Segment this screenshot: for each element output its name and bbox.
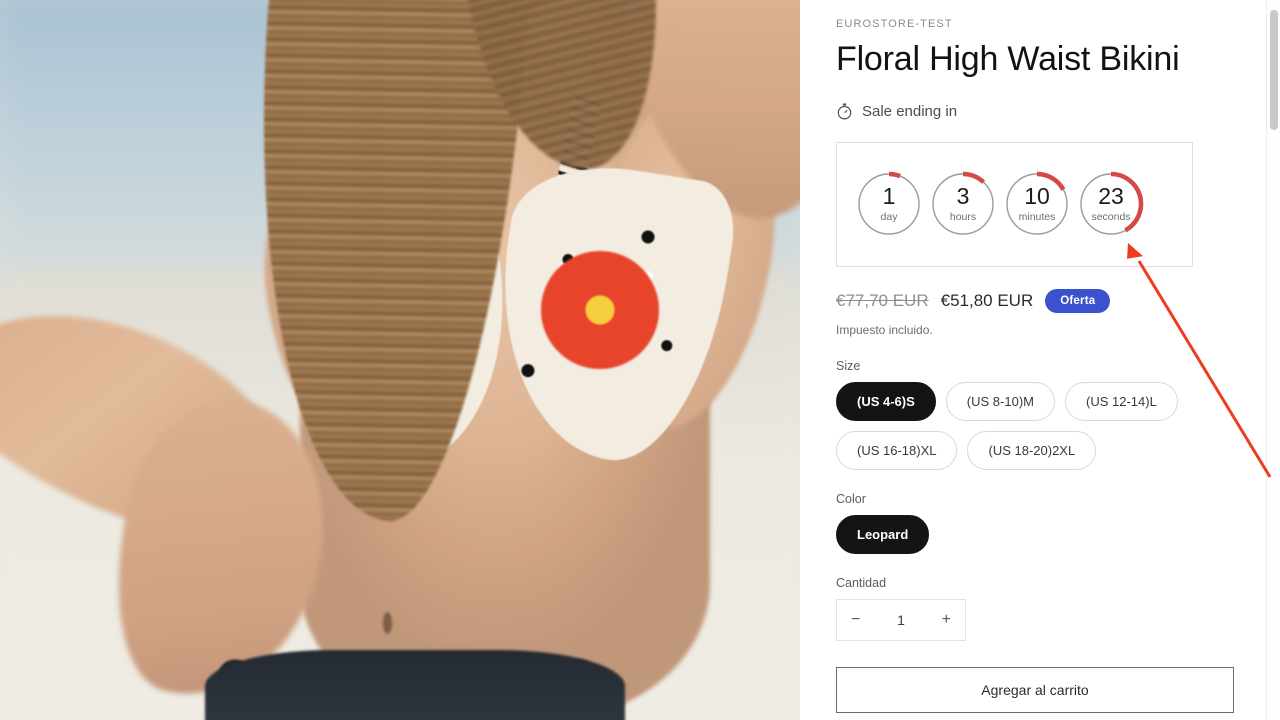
timer-value-minutes: 10 — [1024, 183, 1050, 210]
tax-note: Impuesto incluido. — [836, 322, 933, 337]
quantity-increase-button[interactable]: + — [942, 611, 951, 629]
status-badge: Oferta — [1045, 288, 1111, 313]
photo-bikini-bottom — [205, 650, 625, 720]
timer-label-seconds: seconds — [1091, 211, 1131, 224]
product-page: EUROSTORE-TEST Floral High Waist Bikini … — [0, 0, 1280, 720]
countdown-timer: 1 day 3 hours 10 minutes 23 seconds — [836, 141, 1193, 267]
price-sale: €51,80 EUR — [940, 290, 1034, 310]
page-scrollbar[interactable] — [1266, 0, 1280, 720]
timer-unit-hours: 3 hours — [929, 170, 997, 238]
quantity-value[interactable]: 1 — [897, 612, 905, 628]
timer-value-seconds: 23 — [1098, 183, 1124, 210]
price-row: €77,70 EUR €51,80 EUR Oferta — [836, 288, 1236, 313]
timer-label-day: day — [880, 211, 898, 224]
sale-ending-label: Sale ending in — [862, 102, 958, 120]
product-vendor: EUROSTORE-TEST — [836, 18, 953, 30]
timer-unit-day: 1 day — [855, 170, 923, 238]
product-image-gallery[interactable] — [0, 0, 800, 720]
product-photo — [0, 0, 800, 720]
timer-unit-seconds: 23 seconds — [1077, 170, 1145, 238]
size-option-4[interactable]: (US 16-18)XL — [836, 430, 958, 470]
sale-ending-row: Sale ending in — [836, 103, 1236, 120]
timer-value-hours: 3 — [956, 183, 970, 210]
size-option-3[interactable]: (US 12-14)L — [1064, 381, 1178, 421]
size-option-1[interactable]: (US 4-6)S — [836, 381, 936, 421]
page-title: Floral High Waist Bikini — [836, 40, 1180, 78]
quantity-label: Cantidad — [836, 575, 887, 590]
color-option-1[interactable]: Leopard — [836, 514, 930, 554]
color-label: Color — [836, 491, 866, 506]
timer-label-hours: hours — [949, 211, 977, 224]
timer-value-day: 1 — [882, 183, 896, 210]
scrollbar-thumb[interactable] — [1270, 10, 1278, 130]
quantity-stepper[interactable]: − 1 + — [836, 598, 966, 641]
product-info-panel: EUROSTORE-TEST Floral High Waist Bikini … — [800, 0, 1272, 720]
size-option-2[interactable]: (US 8-10)M — [945, 381, 1055, 421]
size-options: (US 4-6)S (US 8-10)M (US 12-14)L (US 16-18)… — [836, 381, 1236, 470]
photo-model-navel — [383, 612, 392, 634]
add-to-cart-button[interactable]: Agregar al carrito — [836, 666, 1234, 713]
timer-label-minutes: minutes — [1018, 211, 1056, 224]
quantity-decrease-button[interactable]: − — [851, 611, 860, 629]
timer-unit-minutes: 10 minutes — [1003, 170, 1071, 238]
size-option-5[interactable]: (US 18-20)2XL — [967, 430, 1097, 470]
price-original: €77,70 EUR — [836, 290, 929, 310]
color-options: Leopard — [836, 514, 1236, 554]
stopwatch-icon — [836, 103, 853, 120]
size-label: Size — [836, 358, 861, 373]
